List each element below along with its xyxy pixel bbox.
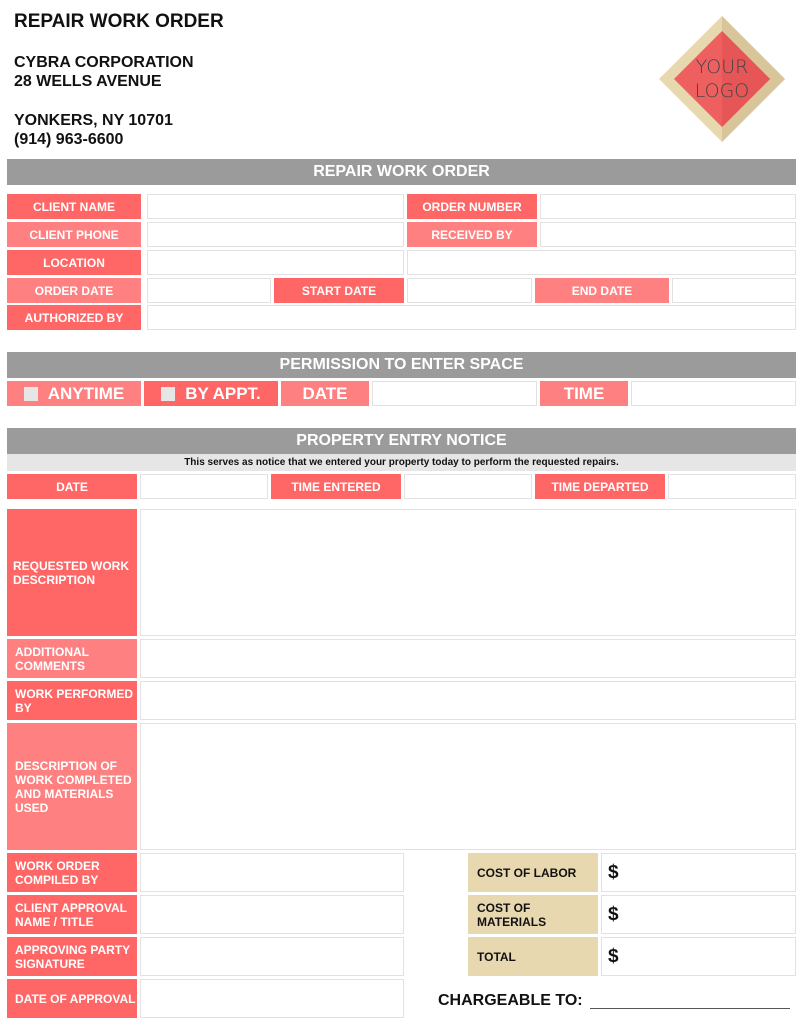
company-city: YONKERS, NY 10701 xyxy=(14,112,173,129)
start-date-label: START DATE xyxy=(274,278,404,303)
section-title-repair-work-order: REPAIR WORK ORDER xyxy=(7,159,796,185)
authorized-by-label: AUTHORIZED BY xyxy=(7,305,141,330)
location-field[interactable] xyxy=(147,250,404,275)
work-completed-label: DESCRIPTION OF WORK COMPLETED AND MATERI… xyxy=(7,723,137,850)
compiled-by-field[interactable] xyxy=(140,853,404,892)
order-number-label: ORDER NUMBER xyxy=(407,194,537,219)
authorized-by-field[interactable] xyxy=(147,305,796,330)
total-field[interactable]: $ xyxy=(601,937,796,976)
received-by-field[interactable] xyxy=(540,222,796,247)
cost-of-labor-label: COST OF LABOR xyxy=(468,853,598,892)
approval-date-field[interactable] xyxy=(140,979,404,1018)
permission-date-field[interactable] xyxy=(372,381,537,406)
signature-field[interactable] xyxy=(140,937,404,976)
time-departed-field[interactable] xyxy=(668,474,796,499)
order-date-field[interactable] xyxy=(147,278,271,303)
client-approval-label: CLIENT APPROVAL NAME / TITLE xyxy=(7,895,137,934)
dollar-sign: $ xyxy=(608,903,619,925)
client-name-field[interactable] xyxy=(147,194,404,219)
company-name: CYBRA CORPORATION xyxy=(14,54,194,71)
chargeable-to-line[interactable] xyxy=(590,1008,790,1009)
by-appt-option[interactable]: BY APPT. xyxy=(144,381,278,406)
chargeable-to-label: CHARGEABLE TO: xyxy=(438,992,583,1009)
document-title: REPAIR WORK ORDER xyxy=(14,11,224,32)
approval-date-label: DATE OF APPROVAL xyxy=(7,979,137,1018)
by-appt-label: BY APPT. xyxy=(185,383,261,403)
cost-of-materials-field[interactable]: $ xyxy=(601,895,796,934)
logo-text-1: YOUR xyxy=(696,56,749,78)
time-entered-label: TIME ENTERED xyxy=(271,474,401,499)
logo-text-2: LOGO xyxy=(695,80,750,102)
time-entered-field[interactable] xyxy=(404,474,532,499)
by-appt-checkbox[interactable] xyxy=(161,386,176,401)
compiled-by-label: WORK ORDER COMPILED BY xyxy=(7,853,137,892)
total-label: TOTAL xyxy=(468,937,598,976)
client-phone-label: CLIENT PHONE xyxy=(7,222,141,247)
time-departed-label: TIME DEPARTED xyxy=(535,474,665,499)
end-date-label: END DATE xyxy=(535,278,669,303)
client-phone-field[interactable] xyxy=(147,222,404,247)
signature-label: APPROVING PARTY SIGNATURE xyxy=(7,937,137,976)
permission-time-field[interactable] xyxy=(631,381,796,406)
location-field-2[interactable] xyxy=(407,250,796,275)
additional-comments-field[interactable] xyxy=(140,639,796,678)
anytime-label: ANYTIME xyxy=(47,383,125,403)
additional-comments-label: ADDITIONAL COMMENTS xyxy=(7,639,137,678)
entry-date-label: DATE xyxy=(7,474,137,499)
client-approval-field[interactable] xyxy=(140,895,404,934)
dollar-sign: $ xyxy=(608,861,619,883)
entry-notice-text: This serves as notice that we entered yo… xyxy=(7,454,796,471)
received-by-label: RECEIVED BY xyxy=(407,222,537,247)
location-label: LOCATION xyxy=(7,250,141,275)
cost-of-materials-label: COST OF MATERIALS xyxy=(468,895,598,934)
order-date-label: ORDER DATE xyxy=(7,278,141,303)
entry-date-field[interactable] xyxy=(140,474,268,499)
work-completed-field[interactable] xyxy=(140,723,796,850)
order-number-field[interactable] xyxy=(540,194,796,219)
anytime-checkbox[interactable] xyxy=(23,386,38,401)
dollar-sign: $ xyxy=(608,945,619,967)
requested-work-field[interactable] xyxy=(140,509,796,636)
company-phone: (914) 963-6600 xyxy=(14,131,124,148)
logo-icon: YOUR LOGO xyxy=(659,16,785,142)
end-date-field[interactable] xyxy=(672,278,796,303)
section-title-property-entry: PROPERTY ENTRY NOTICE xyxy=(7,428,796,454)
work-performed-by-field[interactable] xyxy=(140,681,796,720)
work-performed-by-label: WORK PERFORMED BY xyxy=(7,681,137,720)
cost-of-labor-field[interactable]: $ xyxy=(601,853,796,892)
start-date-field[interactable] xyxy=(407,278,532,303)
requested-work-label: REQUESTED WORK DESCRIPTION xyxy=(7,509,137,636)
company-street: 28 WELLS AVENUE xyxy=(14,73,162,90)
permission-date-label: DATE xyxy=(281,381,369,406)
anytime-option[interactable]: ANYTIME xyxy=(7,381,141,406)
section-title-permission: PERMISSION TO ENTER SPACE xyxy=(7,352,796,378)
client-name-label: CLIENT NAME xyxy=(7,194,141,219)
permission-time-label: TIME xyxy=(540,381,628,406)
